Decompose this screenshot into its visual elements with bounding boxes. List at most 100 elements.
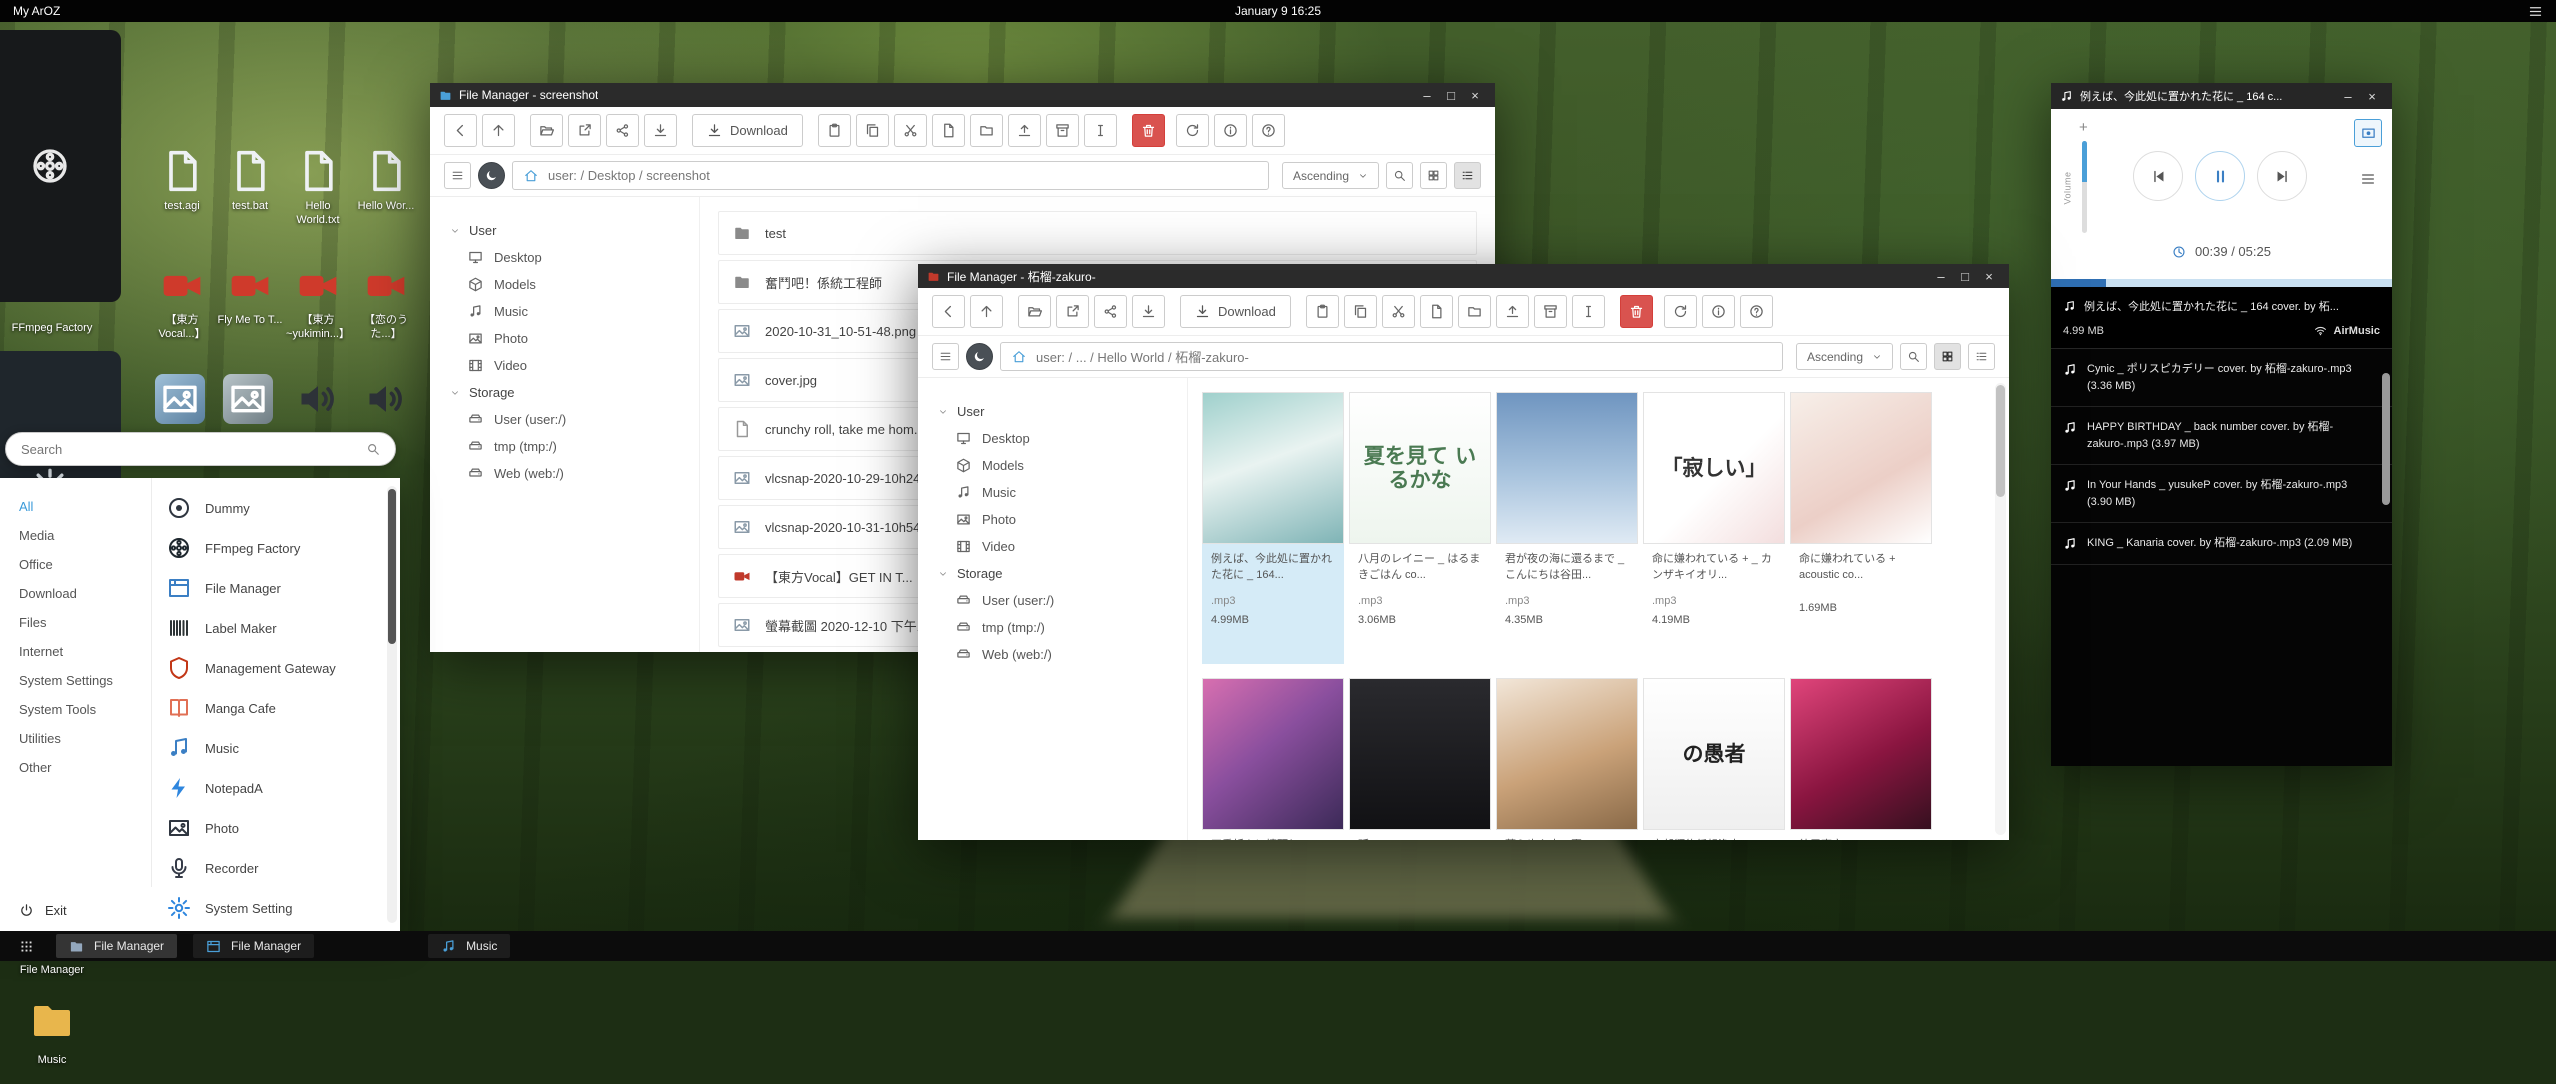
minimize-button[interactable]: – <box>1930 269 1952 284</box>
sidebar-item[interactable]: Models <box>918 452 1187 479</box>
close-button[interactable]: × <box>2361 89 2383 104</box>
app-item[interactable]: FFmpeg Factory <box>152 528 384 568</box>
player-titlebar[interactable]: 例えば、今此処に置かれた花に _ 164 c... – × <box>2051 83 2392 109</box>
new-file-button[interactable] <box>932 114 965 147</box>
up-button[interactable] <box>482 114 515 147</box>
sidebar-item[interactable]: Music <box>430 298 699 325</box>
paste-button[interactable] <box>818 114 851 147</box>
sidebar-item[interactable]: User (user:/) <box>918 587 1187 614</box>
search-button[interactable] <box>1900 343 1927 370</box>
sidebar-section-header[interactable]: Storage <box>430 379 699 406</box>
grid-view-button[interactable] <box>1420 162 1447 189</box>
desktop-icon[interactable]: test.agi <box>148 146 216 250</box>
category-item[interactable]: Media <box>0 521 151 550</box>
taskbar-item[interactable]: File Manager <box>56 934 177 958</box>
maximize-button[interactable]: □ <box>1954 269 1976 284</box>
download-icon-button[interactable] <box>644 114 677 147</box>
sidebar-item[interactable]: Models <box>430 271 699 298</box>
new-folder-button[interactable] <box>1458 295 1491 328</box>
download-icon-button[interactable] <box>1132 295 1165 328</box>
sidebar-item[interactable]: Video <box>430 352 699 379</box>
category-item[interactable]: Files <box>0 608 151 637</box>
playlist-item[interactable]: In Your Hands _ yusukeP cover. by 柘榴-zak… <box>2051 465 2392 523</box>
sidebar-item[interactable]: Desktop <box>918 425 1187 452</box>
file-tile[interactable]: の愚者 忘却類悠仮想浄土... <box>1643 678 1785 840</box>
sidebar-section-header[interactable]: User <box>918 398 1187 425</box>
volume-track[interactable] <box>2082 141 2087 233</box>
sidebar-toggle-button[interactable] <box>444 162 471 189</box>
desktop-icon[interactable]: Fly Me To T... <box>216 260 284 364</box>
app-item[interactable]: Management Gateway <box>152 648 384 688</box>
desktop-icon[interactable]: test.bat <box>216 146 284 250</box>
desktop-icon[interactable]: Music <box>4 992 100 1084</box>
progress-bar[interactable] <box>2051 279 2392 287</box>
grid-view-button[interactable] <box>1934 343 1961 370</box>
desktop-icon[interactable]: 【東方Vocal...】 <box>148 260 216 364</box>
maximize-button[interactable]: □ <box>1440 88 1462 103</box>
delete-button[interactable] <box>1132 114 1165 147</box>
search-icon[interactable] <box>366 442 380 456</box>
delete-button[interactable] <box>1620 295 1653 328</box>
cast-button[interactable] <box>2354 119 2382 147</box>
app-item[interactable]: System Setting <box>152 888 384 928</box>
app-item[interactable]: File Manager <box>152 568 384 608</box>
sidebar-section-header[interactable]: Storage <box>918 560 1187 587</box>
volume-plus[interactable]: + <box>2079 119 2088 136</box>
file-tile[interactable]: 孤＿HamP cover... <box>1349 678 1491 840</box>
copy-button[interactable] <box>1344 295 1377 328</box>
minimize-button[interactable]: – <box>2337 89 2359 104</box>
open-button[interactable] <box>530 114 563 147</box>
archive-button[interactable] <box>1534 295 1567 328</box>
archive-button[interactable] <box>1046 114 1079 147</box>
sort-dropdown[interactable]: Ascending <box>1282 162 1379 189</box>
new-file-button[interactable] <box>1420 295 1453 328</box>
playlist-item[interactable]: Cynic _ ポリスピカデリー cover. by 柘榴-zakuro-.mp… <box>2051 349 2392 407</box>
app-item[interactable]: Photo <box>152 808 384 848</box>
copy-button[interactable] <box>856 114 889 147</box>
sidebar-item[interactable]: Photo <box>430 325 699 352</box>
paste-button[interactable] <box>1306 295 1339 328</box>
search-input[interactable] <box>21 442 366 457</box>
app-item[interactable]: Dummy <box>152 488 384 528</box>
exit-button[interactable]: Exit <box>0 889 152 931</box>
volume-slider[interactable]: + Volume <box>2067 121 2101 247</box>
path-input[interactable]: user: / ... / Hello World / 柘榴-zakuro- <box>1000 342 1783 371</box>
dark-mode-button[interactable] <box>966 343 993 370</box>
file-tile[interactable]: 四季折々に擡頭し... <box>1202 678 1344 840</box>
start-button[interactable] <box>10 931 42 961</box>
category-item[interactable]: Other <box>0 753 151 782</box>
close-button[interactable]: × <box>1978 269 2000 284</box>
player-menu-button[interactable] <box>2356 167 2380 191</box>
sidebar-item[interactable]: tmp (tmp:/) <box>430 433 699 460</box>
path-input[interactable]: user: / Desktop / screenshot <box>512 161 1269 190</box>
playlist-scrollbar-thumb[interactable] <box>2382 373 2390 505</box>
app-item[interactable]: Recorder <box>152 848 384 888</box>
sidebar-item[interactable]: Web (web:/) <box>918 641 1187 668</box>
desktop-icon[interactable]: FFmpeg Factory <box>4 30 100 336</box>
airmusic-button[interactable]: AirMusic <box>2314 324 2380 337</box>
list-view-button[interactable] <box>1968 343 1995 370</box>
sidebar-section-header[interactable]: User <box>430 217 699 244</box>
playlist-item[interactable]: KING _ Kanaria cover. by 柘榴-zakuro-.mp3 … <box>2051 523 2392 565</box>
new-folder-button[interactable] <box>970 114 1003 147</box>
aroz-brand[interactable]: My ArOZ <box>13 4 60 18</box>
share-button[interactable] <box>1094 295 1127 328</box>
category-item[interactable]: System Tools <box>0 695 151 724</box>
sidebar-item[interactable]: Video <box>918 533 1187 560</box>
open-button[interactable] <box>1018 295 1051 328</box>
taskbar-item[interactable]: File Manager <box>193 934 314 958</box>
scrollbar[interactable] <box>1995 383 2006 835</box>
app-item[interactable]: Music <box>152 728 384 768</box>
file-tile[interactable]: 夏を見て いるかな 八月のレイニー _ はるまきごはん co... .mp3 3… <box>1349 392 1491 664</box>
rename-button[interactable] <box>1572 295 1605 328</box>
info-button[interactable] <box>1214 114 1247 147</box>
category-item[interactable]: Office <box>0 550 151 579</box>
up-button[interactable] <box>970 295 1003 328</box>
playlist-item[interactable]: HAPPY BIRTHDAY _ back number cover. by 柘… <box>2051 407 2392 465</box>
list-view-button[interactable] <box>1454 162 1481 189</box>
help-button[interactable] <box>1740 295 1773 328</box>
upload-button[interactable] <box>1496 295 1529 328</box>
dark-mode-button[interactable] <box>478 162 505 189</box>
file-tile[interactable]: 「寂しい」 命に嫌われている + _ カンザキイオリ... .mp3 4.19M… <box>1643 392 1785 664</box>
help-button[interactable] <box>1252 114 1285 147</box>
